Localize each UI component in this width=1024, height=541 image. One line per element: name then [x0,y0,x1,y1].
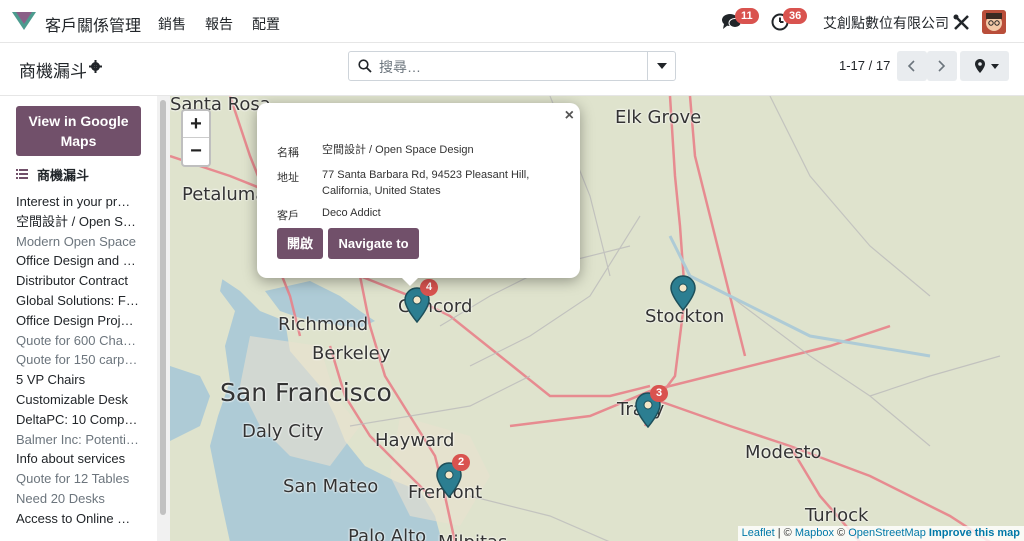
place-label: Daly City [242,421,324,442]
top-navbar: 客戶關係管理 銷售 報告 配置 11 36 艾創點數位有限公司 [0,0,1024,43]
attribution-separator: | © [774,527,795,539]
crm-app-logo-icon[interactable] [12,12,36,30]
search-input[interactable] [379,57,639,77]
pin-list: Interest in your pr… 空間設計 / Open S… Modern… [16,192,142,529]
popup-name-value: 空間設計 / Open Space Design [322,144,474,156]
pin-list-item[interactable]: Balmer Inc: Potenti… [16,430,142,450]
place-label: San Francisco [220,378,392,407]
marker-count-badge: 3 [650,385,668,402]
list-icon [16,169,28,179]
control-panel: 商機漏斗 1-17 / 17 [0,43,1024,95]
tools-icon [953,14,969,30]
pin-list-item[interactable]: Quote for 12 Tables [16,469,142,489]
pager-value[interactable]: 1-17 / 17 [839,58,890,73]
place-label: Hayward [375,430,455,451]
map-pin-icon [670,275,696,312]
pin-list-item[interactable]: Need 20 Desks [16,489,142,509]
map-marker[interactable] [670,275,696,316]
place-label: Turlock [805,505,869,526]
pin-list-item[interactable]: Access to Online … [16,509,142,529]
zoom-control: + − [181,109,211,167]
mapbox-link[interactable]: Mapbox [795,527,834,539]
popup-customer-value: Deco Addict [322,207,381,219]
place-label: Palo Alto [348,526,427,541]
menu-reports[interactable]: 報告 [205,14,233,34]
popup-tip [400,276,420,286]
pin-list-sidebar: View in Google Maps 商機漏斗 Interest in you… [0,95,170,541]
menu-sales[interactable]: 銷售 [158,14,186,34]
user-avatar-icon [982,10,1006,34]
chevron-left-icon [907,60,915,72]
debug-tools-button[interactable] [953,14,970,36]
pager-previous-button[interactable] [897,51,927,81]
caret-down-icon [991,64,999,69]
app-name[interactable]: 客戶關係管理 [45,12,141,36]
pin-list-item[interactable]: Customizable Desk [16,390,142,410]
attribution-separator: © [833,527,849,539]
zoom-out-button[interactable]: − [183,138,209,165]
place-label: Modesto [745,442,822,463]
place-label: Richmond [278,314,369,335]
place-label: Elk Grove [615,107,702,128]
popup-address-label: 地址 [277,172,299,184]
improve-map-link[interactable]: Improve this map [929,527,1020,539]
pin-list-item[interactable]: Office Design Proj… [16,311,142,331]
pin-list-item[interactable]: 5 VP Chairs [16,370,142,390]
user-avatar[interactable] [982,10,1006,34]
chevron-right-icon [938,60,946,72]
map-canvas[interactable]: Santa Rosa Petaluma Elk Grove Richmond C… [170,95,1024,541]
popup-customer-label: 客戶 [277,210,299,222]
search-box [348,51,676,81]
scrollbar-thumb[interactable] [160,100,166,515]
map-attribution: Leaflet | © Mapbox © OpenStreetMap Impro… [737,526,1024,541]
place-label: Petaluma [182,184,267,205]
pin-list-item[interactable]: Quote for 600 Cha… [16,331,142,351]
popup-address-value: 77 Santa Barbara Rd, 94523 Pleasant Hill… [322,169,530,197]
pin-list-item[interactable]: Distributor Contract [16,271,142,291]
activities-badge: 36 [783,8,808,24]
place-label: Milpitas [438,532,507,541]
marker-count-badge: 2 [452,454,470,471]
search-icon [358,59,372,73]
pager-next-button[interactable] [927,51,957,81]
menu-configuration[interactable]: 配置 [252,14,280,34]
popup-open-button[interactable]: 開啟 [277,228,323,259]
breadcrumb: 商機漏斗 [19,62,87,81]
popup-navigate-button[interactable]: Navigate to [328,228,419,259]
pin-list-item[interactable]: Office Design and … [16,251,142,271]
caret-down-icon [657,63,667,69]
popup-name-label: 名稱 [277,147,299,159]
map-marker-icon [975,59,985,73]
pin-list-item[interactable]: Global Solutions: F… [16,291,142,311]
pin-list-item[interactable]: Info about services [16,449,142,469]
leaflet-link[interactable]: Leaflet [742,527,775,539]
search-options-toggle[interactable] [647,52,675,80]
pin-list-item[interactable]: Modern Open Space [16,232,142,252]
messages-badge: 11 [735,8,759,24]
place-label: San Mateo [283,476,379,497]
pin-list-item[interactable]: DeltaPC: 10 Comp… [16,410,142,430]
view-in-google-maps-button[interactable]: View in Google Maps [16,106,141,156]
zoom-in-button[interactable]: + [183,111,209,138]
popup-close-button[interactable]: × [565,107,574,125]
pin-list-title: 商機漏斗 [37,168,90,183]
sidebar-scrollbar[interactable] [157,96,170,541]
pin-list-item[interactable]: Quote for 150 carp… [16,350,142,370]
pin-list-item[interactable]: Interest in your pr… [16,192,142,212]
marker-count-badge: 4 [420,279,438,296]
place-label: Berkeley [312,343,391,364]
pin-list-item[interactable]: 空間設計 / Open S… [16,212,142,232]
marker-popup: × 名稱 空間設計 / Open Space Design 地址 77 Sant… [257,103,580,278]
openstreetmap-link[interactable]: OpenStreetMap [848,527,926,539]
map-view-switcher[interactable] [960,51,1009,81]
company-switcher[interactable]: 艾創點數位有限公司 [823,13,949,33]
gear-icon[interactable] [89,60,102,73]
